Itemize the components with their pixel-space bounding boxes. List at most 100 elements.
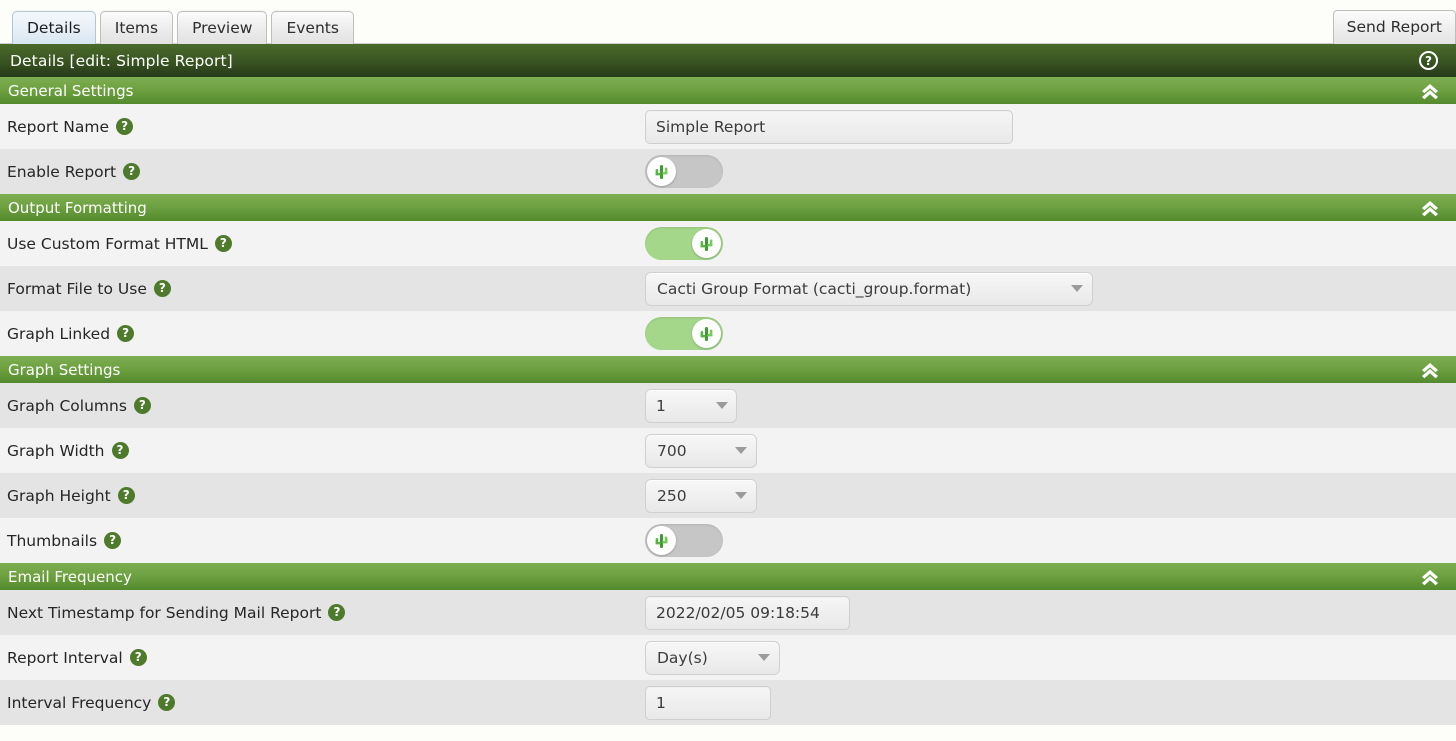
- graph-height-select[interactable]: 250: [645, 478, 757, 513]
- field-next-timestamp: [645, 595, 1456, 630]
- label-format-file-to-use-text: Format File to Use: [7, 279, 147, 298]
- send-report-label: Send Report: [1346, 18, 1442, 36]
- help-icon-next-timestamp[interactable]: ?: [328, 604, 346, 621]
- label-graph-height-text: Graph Height: [7, 486, 111, 505]
- label-graph-columns-text: Graph Columns: [7, 396, 127, 415]
- row-report-name: Report Name ?: [0, 104, 1456, 149]
- chevron-down-icon: [716, 402, 728, 409]
- send-report-button[interactable]: Send Report: [1332, 10, 1456, 44]
- tab-preview[interactable]: Preview: [177, 11, 268, 44]
- help-icon-report-interval[interactable]: ?: [129, 649, 147, 666]
- label-next-timestamp-text: Next Timestamp for Sending Mail Report: [7, 603, 322, 622]
- help-icon[interactable]: ?: [1419, 51, 1438, 70]
- label-report-name-text: Report Name: [7, 117, 110, 136]
- interval-frequency-input[interactable]: [645, 685, 771, 720]
- page-title-bar: Details [edit: Simple Report] ?: [0, 44, 1456, 77]
- help-icon-report-name[interactable]: ?: [116, 118, 134, 135]
- report-interval-select-value: Day(s): [657, 648, 708, 667]
- collapse-chevron-icon[interactable]: [1420, 82, 1440, 100]
- field-thumbnails: [645, 524, 1456, 557]
- label-format-file-to-use: Format File to Use ?: [7, 280, 645, 298]
- section-title-email-frequency: Email Frequency: [8, 567, 132, 586]
- field-enable-report: [645, 155, 1456, 188]
- field-graph-width: 700: [645, 433, 1456, 468]
- label-interval-frequency: Interval Frequency ?: [7, 694, 645, 712]
- section-title-general-settings: General Settings: [8, 81, 134, 100]
- graph-columns-select[interactable]: 1: [645, 388, 737, 423]
- help-icon-graph-linked[interactable]: ?: [117, 325, 135, 342]
- label-report-name: Report Name ?: [7, 118, 645, 136]
- thumbnails-toggle[interactable]: [645, 524, 723, 557]
- help-icon-graph-columns[interactable]: ?: [133, 397, 151, 414]
- section-title-output-formatting: Output Formatting: [8, 198, 147, 217]
- field-format-file-to-use: Cacti Group Format (cacti_group.format): [645, 271, 1456, 306]
- row-next-timestamp: Next Timestamp for Sending Mail Report ?: [0, 590, 1456, 635]
- help-icon-graph-width[interactable]: ?: [111, 442, 129, 459]
- use-custom-format-html-toggle[interactable]: [645, 227, 723, 260]
- collapse-chevron-icon[interactable]: [1420, 361, 1440, 379]
- chevron-down-icon: [735, 447, 747, 454]
- label-thumbnails: Thumbnails ?: [7, 532, 645, 550]
- chevron-down-icon: [1071, 285, 1083, 292]
- label-next-timestamp: Next Timestamp for Sending Mail Report ?: [7, 604, 645, 622]
- section-header-general-settings[interactable]: General Settings: [0, 77, 1456, 104]
- help-icon-use-custom-format-html[interactable]: ?: [214, 235, 232, 252]
- section-header-graph-settings[interactable]: Graph Settings: [0, 356, 1456, 383]
- graph-linked-toggle[interactable]: [645, 317, 723, 350]
- section-title-graph-settings: Graph Settings: [8, 360, 121, 379]
- field-report-interval: Day(s): [645, 640, 1456, 675]
- tab-events[interactable]: Events: [271, 11, 354, 44]
- help-icon-graph-height[interactable]: ?: [117, 487, 135, 504]
- cactus-icon: [647, 157, 676, 186]
- label-graph-columns: Graph Columns ?: [7, 397, 645, 415]
- cactus-icon: [692, 229, 721, 258]
- row-report-interval: Report Interval ? Day(s): [0, 635, 1456, 680]
- tab-items-label: Items: [114, 19, 159, 37]
- label-graph-linked-text: Graph Linked: [7, 324, 111, 343]
- row-format-file-to-use: Format File to Use ? Cacti Group Format …: [0, 266, 1456, 311]
- next-timestamp-input[interactable]: [645, 595, 850, 630]
- section-header-output-formatting[interactable]: Output Formatting: [0, 194, 1456, 221]
- row-graph-width: Graph Width ? 700: [0, 428, 1456, 473]
- help-icon-format-file-to-use[interactable]: ?: [153, 280, 171, 297]
- row-thumbnails: Thumbnails ?: [0, 518, 1456, 563]
- help-icon-enable-report[interactable]: ?: [123, 163, 141, 180]
- tab-strip: Details Items Preview Events Send Report: [0, 0, 1456, 44]
- row-use-custom-format-html: Use Custom Format HTML ?: [0, 221, 1456, 266]
- enable-report-toggle[interactable]: [645, 155, 723, 188]
- label-enable-report-text: Enable Report: [7, 162, 117, 181]
- format-file-select[interactable]: Cacti Group Format (cacti_group.format): [645, 271, 1093, 306]
- cactus-icon: [692, 319, 721, 348]
- label-report-interval: Report Interval ?: [7, 649, 645, 667]
- graph-columns-select-value: 1: [656, 396, 666, 415]
- label-thumbnails-text: Thumbnails: [7, 531, 98, 550]
- help-icon-interval-frequency[interactable]: ?: [158, 694, 176, 711]
- label-report-interval-text: Report Interval: [7, 648, 123, 667]
- row-interval-frequency: Interval Frequency ?: [0, 680, 1456, 725]
- tab-items[interactable]: Items: [99, 11, 174, 44]
- help-icon-thumbnails[interactable]: ?: [104, 532, 122, 549]
- chevron-down-icon: [735, 492, 747, 499]
- field-use-custom-format-html: [645, 227, 1456, 260]
- field-graph-columns: 1: [645, 388, 1456, 423]
- section-header-email-frequency[interactable]: Email Frequency: [0, 563, 1456, 590]
- tab-details[interactable]: Details: [12, 11, 96, 44]
- label-graph-width-text: Graph Width: [7, 441, 105, 460]
- label-interval-frequency-text: Interval Frequency: [7, 693, 152, 712]
- report-interval-select[interactable]: Day(s): [645, 640, 780, 675]
- label-graph-linked: Graph Linked ?: [7, 325, 645, 343]
- row-graph-linked: Graph Linked ?: [0, 311, 1456, 356]
- label-graph-width: Graph Width ?: [7, 442, 645, 460]
- page-title: Details [edit: Simple Report]: [10, 51, 233, 70]
- label-use-custom-format-html: Use Custom Format HTML ?: [7, 235, 645, 253]
- collapse-chevron-icon[interactable]: [1420, 568, 1440, 586]
- tab-preview-label: Preview: [192, 19, 253, 37]
- row-enable-report: Enable Report ?: [0, 149, 1456, 194]
- collapse-chevron-icon[interactable]: [1420, 199, 1440, 217]
- graph-width-select-value: 700: [657, 441, 687, 460]
- label-enable-report: Enable Report ?: [7, 163, 645, 181]
- cactus-icon: [647, 526, 676, 555]
- graph-width-select[interactable]: 700: [645, 433, 757, 468]
- label-graph-height: Graph Height ?: [7, 487, 645, 505]
- report-name-input[interactable]: [645, 109, 1013, 144]
